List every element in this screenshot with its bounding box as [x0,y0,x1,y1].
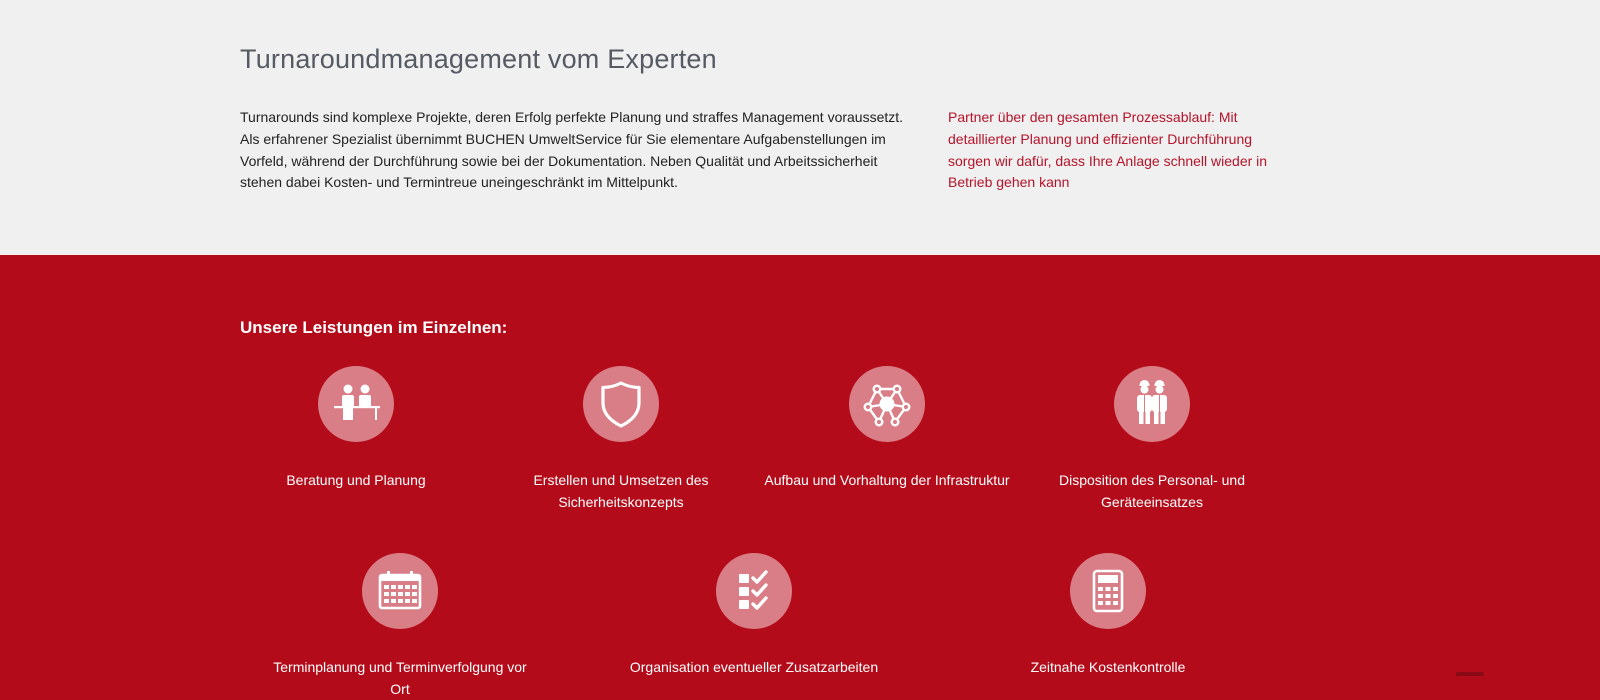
service-item-infrastructure: Aufbau und Vorhaltung der Infrastruktur [757,366,1017,491]
services-section: Unsere Leistungen im Einzelnen: Beratung… [0,255,1600,697]
service-item-additional-work: Organisation eventueller Zusatzarbeiten [624,553,884,678]
service-label: Disposition des Personal- und Geräteeins… [1059,472,1245,510]
shield-icon [583,366,659,442]
service-item-safety-concept: Erstellen und Umsetzen des Sicherheitsko… [491,366,751,513]
page-title: Turnaroundmanagement vom Experten [240,44,717,74]
calendar-icon [362,553,438,629]
scroll-to-top-button[interactable] [1456,672,1484,676]
workers-icon [1114,366,1190,442]
service-item-cost-control: Zeitnahe Kostenkontrolle [978,553,1238,678]
service-label: Organisation eventueller Zusatzarbeiten [629,659,879,675]
service-item-scheduling: Terminplanung und Terminverfolgung vor O… [270,553,530,700]
intro-aside-text: Partner über den gesamten Prozessablauf:… [948,109,1268,191]
service-label: Zeitnahe Kostenkontrolle [1030,659,1186,675]
services-heading: Unsere Leistungen im Einzelnen: [240,318,508,337]
service-label: Beratung und Planung [286,472,426,488]
consultation-icon [318,366,394,442]
network-icon [849,366,925,442]
service-label: Aufbau und Vorhaltung der Infrastruktur [764,472,1010,488]
service-item-consultation: Beratung und Planung [226,366,486,491]
intro-lead-text: Turnarounds sind komplexe Projekte, dere… [240,109,904,191]
service-label: Erstellen und Umsetzen des Sicherheitsko… [533,472,709,510]
service-item-disposition: Disposition des Personal- und Geräteeins… [1022,366,1282,513]
intro-section: Turnaroundmanagement vom Experten Turnar… [0,0,1600,255]
checklist-icon [716,553,792,629]
service-label: Terminplanung und Terminverfolgung vor O… [273,659,527,697]
calculator-icon [1070,553,1146,629]
